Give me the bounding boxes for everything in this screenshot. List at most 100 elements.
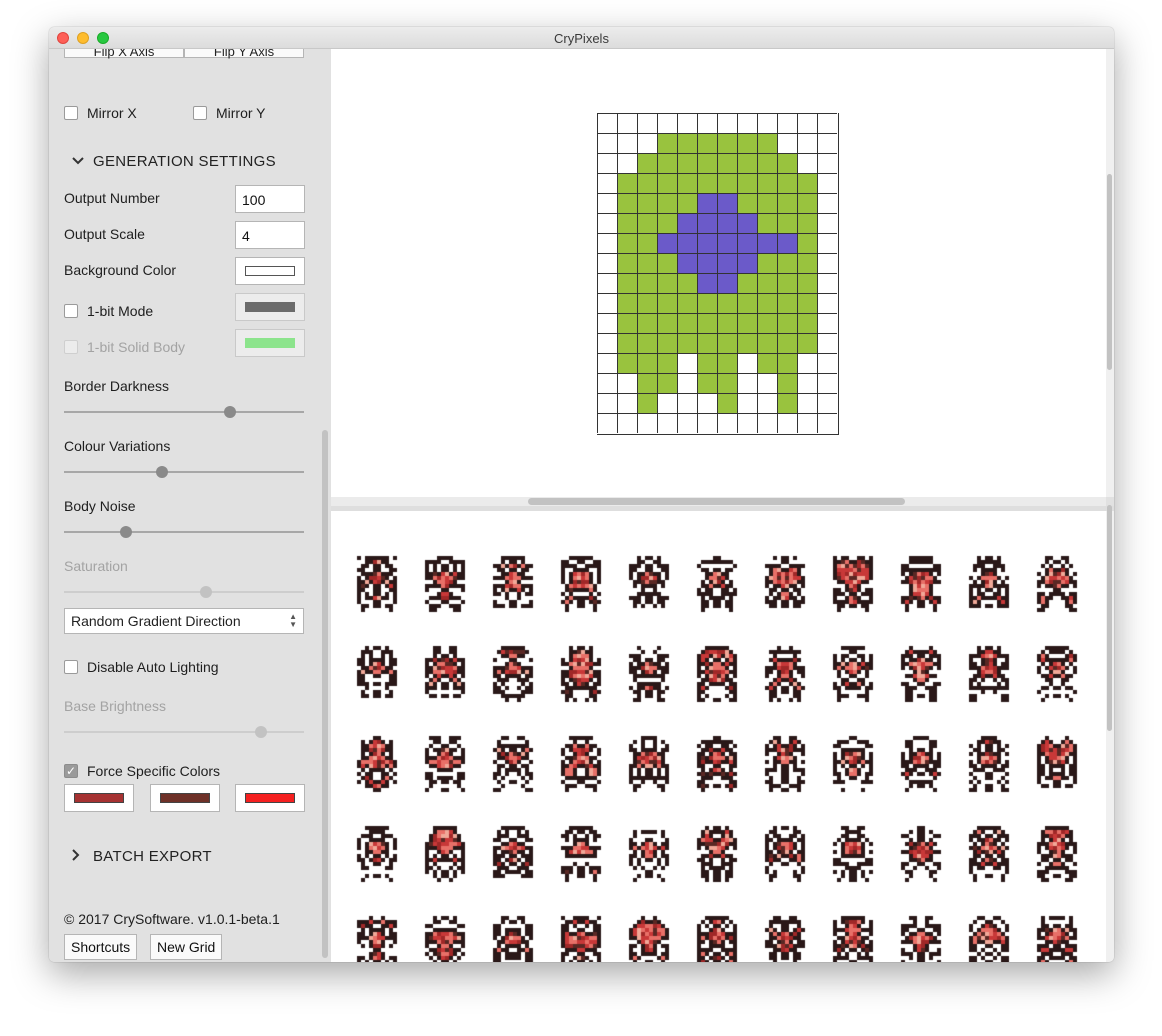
grid-cell[interactable] [737, 393, 757, 413]
grid-cell[interactable] [777, 393, 797, 413]
grid-cell[interactable] [657, 353, 677, 373]
grid-cell[interactable] [757, 273, 777, 293]
grid-cell[interactable] [617, 213, 637, 233]
grid-cell[interactable] [717, 393, 737, 413]
grid-cell[interactable] [637, 153, 657, 173]
output-number-input[interactable]: 100 [235, 185, 305, 213]
grid-cell[interactable] [637, 273, 657, 293]
generated-sprite[interactable] [965, 642, 1013, 706]
grid-cell[interactable] [737, 333, 757, 353]
grid-cell[interactable] [757, 133, 777, 153]
grid-cell[interactable] [817, 313, 837, 333]
generated-sprite[interactable] [693, 732, 741, 796]
grid-cell[interactable] [677, 393, 697, 413]
force-specific-colors-box[interactable]: ✓ [64, 764, 78, 778]
grid-cell[interactable] [697, 173, 717, 193]
grid-cell[interactable] [657, 193, 677, 213]
title-bar[interactable]: CryPixels [49, 27, 1114, 49]
grid-cell[interactable] [777, 353, 797, 373]
grid-cell[interactable] [777, 133, 797, 153]
grid-cell[interactable] [597, 313, 617, 333]
grid-cell[interactable] [657, 133, 677, 153]
grid-cell[interactable] [697, 133, 717, 153]
one-bit-mode-checkbox[interactable]: 1-bit Mode [64, 302, 153, 320]
grid-cell[interactable] [737, 353, 757, 373]
editor-vertical-scroll-thumb[interactable] [1107, 174, 1112, 370]
generated-sprite[interactable] [965, 912, 1013, 962]
generated-sprite[interactable] [829, 912, 877, 962]
generated-sprite[interactable] [489, 732, 537, 796]
grid-cell[interactable] [637, 193, 657, 213]
grid-cell[interactable] [797, 153, 817, 173]
grid-cell[interactable] [757, 233, 777, 253]
generated-sprite[interactable] [489, 552, 537, 616]
grid-cell[interactable] [797, 333, 817, 353]
grid-cell[interactable] [757, 153, 777, 173]
grid-cell[interactable] [597, 173, 617, 193]
grid-cell[interactable] [757, 193, 777, 213]
grid-cell[interactable] [697, 233, 717, 253]
generated-sprite[interactable] [625, 642, 673, 706]
generated-sprite[interactable] [421, 642, 469, 706]
grid-cell[interactable] [757, 113, 777, 133]
grid-cell[interactable] [637, 353, 657, 373]
grid-cell[interactable] [597, 133, 617, 153]
generated-sprite[interactable] [625, 732, 673, 796]
generated-sprite[interactable] [421, 822, 469, 886]
generated-sprite[interactable] [625, 912, 673, 962]
grid-cell[interactable] [677, 333, 697, 353]
grid-cell[interactable] [617, 413, 637, 433]
grid-cell[interactable] [817, 233, 837, 253]
grid-cell[interactable] [797, 353, 817, 373]
grid-cell[interactable] [617, 313, 637, 333]
grid-cell[interactable] [677, 373, 697, 393]
force-specific-colors-checkbox[interactable]: ✓ Force Specific Colors [64, 762, 220, 780]
grid-cell[interactable] [737, 273, 757, 293]
generated-sprite[interactable] [353, 912, 401, 962]
grid-cell[interactable] [677, 213, 697, 233]
generated-sprite[interactable] [897, 642, 945, 706]
generated-sprite[interactable] [625, 552, 673, 616]
grid-cell[interactable] [777, 333, 797, 353]
generated-sprite[interactable] [557, 822, 605, 886]
grid-cell[interactable] [817, 253, 837, 273]
grid-cell[interactable] [697, 373, 717, 393]
generated-sprite[interactable] [489, 822, 537, 886]
grid-cell[interactable] [777, 413, 797, 433]
grid-cell[interactable] [717, 193, 737, 213]
grid-cell[interactable] [697, 193, 717, 213]
generated-sprite[interactable] [693, 822, 741, 886]
grid-cell[interactable] [797, 213, 817, 233]
grid-cell[interactable] [677, 193, 697, 213]
sidebar-scrollbar-thumb[interactable] [322, 430, 328, 958]
grid-cell[interactable] [657, 253, 677, 273]
grid-cell[interactable] [717, 353, 737, 373]
generated-sprite[interactable] [1033, 912, 1081, 962]
grid-cell[interactable] [697, 153, 717, 173]
generated-sprite[interactable] [761, 822, 809, 886]
output-scale-input[interactable]: 4 [235, 221, 305, 249]
grid-cell[interactable] [677, 133, 697, 153]
grid-cell[interactable] [737, 173, 757, 193]
generated-sprite[interactable] [421, 912, 469, 962]
body-noise-knob[interactable] [120, 526, 133, 538]
grid-cell[interactable] [777, 113, 797, 133]
grid-cell[interactable] [817, 353, 837, 373]
grid-cell[interactable] [677, 413, 697, 433]
grid-cell[interactable] [677, 233, 697, 253]
grid-cell[interactable] [597, 393, 617, 413]
flip-x-axis-button[interactable]: Flip X Axis [64, 49, 184, 59]
one-bit-color-well[interactable] [235, 293, 305, 321]
generated-sprite[interactable] [693, 912, 741, 962]
editor-horizontal-scroll-thumb[interactable] [528, 498, 905, 505]
grid-cell[interactable] [677, 273, 697, 293]
grid-cell[interactable] [697, 333, 717, 353]
generated-sprite[interactable] [897, 552, 945, 616]
generated-sprite[interactable] [693, 552, 741, 616]
grid-cell[interactable] [637, 293, 657, 313]
generated-sprite[interactable] [1033, 732, 1081, 796]
grid-cell[interactable] [677, 313, 697, 333]
grid-cell[interactable] [617, 293, 637, 313]
colour-variations-slider[interactable] [64, 466, 304, 478]
generated-sprite[interactable] [761, 912, 809, 962]
